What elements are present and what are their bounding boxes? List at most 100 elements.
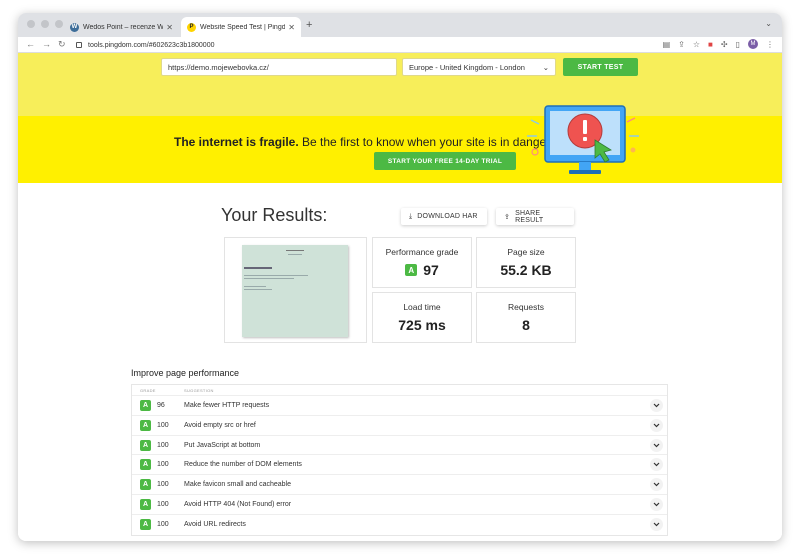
chevron-down-icon: ⌄ [542,62,549,72]
extension-icon[interactable]: ■ [708,40,713,49]
grade-badge: A [140,498,151,510]
load-time-label: Load time [403,302,441,312]
improve-performance-title: Improve page performance [131,368,240,378]
share-result-button[interactable]: ⇪ SHARE RESULT [496,208,574,225]
requests-card: Requests 8 [476,292,576,343]
chevron-down-icon[interactable] [650,399,663,412]
download-icon: ⤓ [409,212,413,220]
suggestion-text: Make favicon small and cacheable [184,481,292,489]
pingdom-icon: P [187,22,196,32]
url-input[interactable]: https://demo.mojewebovka.cz/ [161,58,397,76]
minimize-window-button[interactable] [41,20,49,28]
share-icon[interactable]: ⇪ [678,40,685,49]
address-bar[interactable]: tools.pingdom.com/#602623c3b1800000 [76,38,636,52]
results-title: Your Results: [221,205,328,225]
location-select[interactable]: Europe - United Kingdom - London ⌄ [402,58,556,76]
suggestion-score: 100 [157,481,169,489]
load-time-value: 725 ms [398,317,446,333]
suggestion-score: 96 [157,402,165,409]
grade-badge: A [140,439,151,451]
table-row[interactable]: A 100 Put JavaScript at bottom [132,436,667,456]
download-har-label: DOWNLOAD HAR [417,213,478,220]
grade-badge: A [140,518,151,530]
page-content: https://demo.mojewebovka.cz/ Europe - Un… [18,53,782,541]
chevron-down-icon[interactable] [650,458,663,472]
table-row[interactable]: A 100 Make favicon small and cacheable [132,475,667,495]
load-time-card: Load time 725 ms [372,292,472,343]
close-window-button[interactable] [27,20,35,28]
performance-grade-value: A 97 [373,262,471,278]
menu-kebab-icon[interactable]: ⋮ [766,40,774,49]
suggestion-text: Avoid URL redirects [184,520,246,528]
grade-score: 97 [423,262,439,278]
site-thumbnail [242,245,348,337]
grade-badge: A [140,400,151,411]
column-header-suggestion: SUGGESTION [184,388,214,393]
table-row[interactable]: A 100 Avoid empty src or href [132,416,667,436]
table-row[interactable]: A 100 Reduce the number of DOM elements [132,455,667,476]
banner-rest-text: Be the first to know when your site is i… [298,135,553,149]
table-row[interactable]: A 100 Avoid HTTP 404 (Not Found) error [132,495,667,515]
tab-search-icon[interactable]: ⌄ [765,19,772,28]
wordpress-icon: W [70,22,79,32]
location-value: Europe - United Kingdom - London [409,62,525,72]
bookmark-star-icon[interactable]: ☆ [693,40,700,49]
table-row[interactable]: A 96 Make fewer HTTP requests [132,396,667,416]
close-tab-icon[interactable]: ✕ [288,23,295,32]
tab-wedos-point[interactable]: W Wedos Point – recenze Wedos ✕ [64,17,179,37]
page-size-label: Page size [507,247,545,257]
profile-avatar[interactable]: M [748,39,758,49]
close-tab-icon[interactable]: ✕ [166,23,173,32]
suggestion-text: Reduce the number of DOM elements [184,461,302,469]
extensions-puzzle-icon[interactable]: ✣ [721,40,728,49]
tab-pingdom[interactable]: P Website Speed Test | Pingdom ✕ [181,17,301,37]
free-trial-button[interactable]: START YOUR FREE 14-DAY TRIAL [374,152,516,170]
back-icon[interactable]: ← [26,39,35,49]
tab-title: Wedos Point – recenze Wedos [83,23,164,31]
chevron-down-icon[interactable] [650,517,663,531]
suggestion-text: Make fewer HTTP requests [184,402,270,409]
toolbar-icons: ▤ ⇪ ☆ ■ ✣ ▯ M ⋮ [663,39,774,49]
page-size-card: Page size 55.2 KB [476,237,576,288]
url-input-value: https://demo.mojewebovka.cz/ [168,62,269,72]
maximize-window-button[interactable] [55,20,63,28]
page-size-value: 55.2 KB [500,262,552,278]
suggestion-score: 100 [157,441,169,449]
download-har-button[interactable]: ⤓ DOWNLOAD HAR [401,208,487,225]
sidebar-icon[interactable]: ▯ [736,40,740,49]
column-header-grade: GRADE [140,388,156,393]
requests-value: 8 [522,317,530,333]
suggestion-score: 100 [157,461,169,469]
banner-bold-text: The internet is fragile. [174,135,299,149]
suggestion-text: Avoid HTTP 404 (Not Found) error [184,500,292,508]
window-controls [27,20,63,28]
performance-grade-label: Performance grade [385,247,459,257]
suggestion-text: Put JavaScript at bottom [184,441,261,449]
chevron-down-icon[interactable] [650,418,663,432]
suggestion-text: Avoid empty src or href [184,421,256,429]
share-result-label: SHARE RESULT [515,209,544,224]
lock-icon [76,42,82,48]
address-url: tools.pingdom.com/#602623c3b1800000 [88,41,215,49]
chevron-down-icon[interactable] [650,478,663,492]
browser-window: W Wedos Point – recenze Wedos ✕ P Websit… [18,13,782,541]
monitor-alert-illustration [527,105,639,174]
suggestion-score: 100 [157,500,169,508]
suggestions-table: GRADE SUGGESTION A 96 Make fewer HTTP requ… [131,384,668,536]
chevron-down-icon[interactable] [650,497,663,511]
performance-grade-card: Performance grade A 97 [372,237,472,288]
requests-label: Requests [508,302,544,312]
promo-banner: The internet is fragile. Be the first to… [18,116,782,183]
table-header: GRADE SUGGESTION [132,385,667,396]
chevron-down-icon[interactable] [650,438,663,452]
grade-badge: A [140,459,151,471]
grade-badge: A [405,264,418,276]
forward-icon[interactable]: → [42,39,51,49]
reload-icon[interactable]: ↻ [58,39,66,50]
tab-strip: W Wedos Point – recenze Wedos ✕ P Websit… [18,13,782,37]
start-test-button[interactable]: START TEST [563,58,638,76]
grade-badge: A [140,479,151,491]
translate-icon[interactable]: ▤ [663,40,671,49]
table-row[interactable]: A 100 Avoid URL redirects [132,515,667,535]
new-tab-button[interactable]: + [306,19,312,31]
